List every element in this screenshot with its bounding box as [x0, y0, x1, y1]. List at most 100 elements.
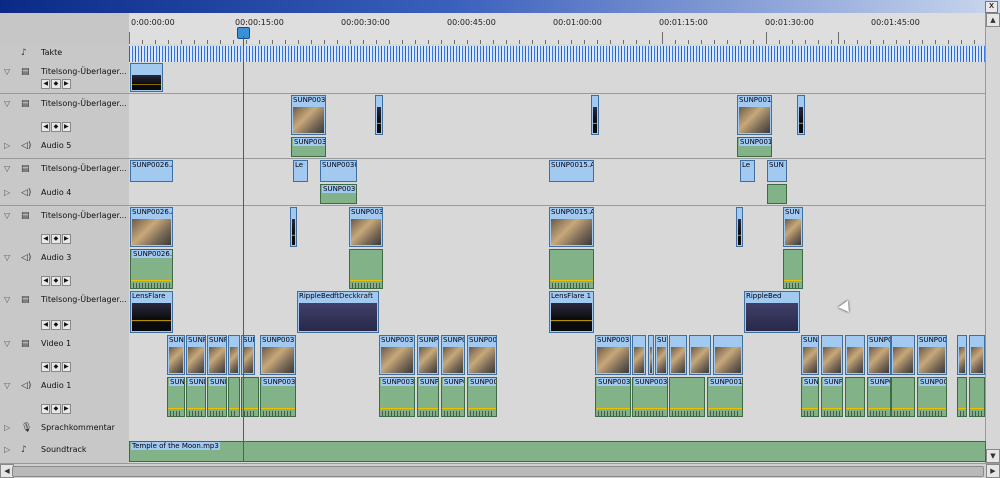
video-clip[interactable]: Le: [740, 160, 755, 182]
audio-clip[interactable]: SUNP: [207, 377, 227, 417]
video-clip[interactable]: [632, 335, 646, 375]
video-clip[interactable]: SUN: [783, 207, 803, 247]
video-clip[interactable]: SUNP003: [417, 335, 439, 375]
track-lane-title4[interactable]: [129, 62, 986, 94]
video-clip[interactable]: SUNP003: [595, 335, 631, 375]
video-clip[interactable]: SUNP0015.A: [549, 207, 594, 247]
video-clip[interactable]: SUNP0: [867, 335, 891, 375]
video-clip[interactable]: SUNP0026.A: [130, 160, 173, 182]
audio-clip[interactable]: SUNP003: [379, 377, 415, 417]
keyframe-navigator[interactable]: ◀ ◆ ▶: [41, 234, 71, 244]
video-clip[interactable]: RippleBed: [744, 291, 800, 333]
video-clip[interactable]: [797, 95, 805, 135]
video-clip[interactable]: SUNP003: [379, 335, 415, 375]
track-lane-title3[interactable]: [129, 94, 986, 137]
video-clip[interactable]: [845, 335, 865, 375]
video-clip[interactable]: [591, 95, 599, 135]
video-clip[interactable]: SUNP0026.A: [130, 207, 173, 247]
add-keyframe-button[interactable]: ◆: [51, 362, 61, 372]
expand-toggle-icon[interactable]: ▽: [4, 296, 12, 304]
vertical-scrollbar[interactable]: ▲ ▼: [985, 13, 1000, 463]
video-clip[interactable]: SUNP0030: [320, 160, 357, 182]
video-clip[interactable]: [689, 335, 711, 375]
video-clip[interactable]: SUNP: [186, 335, 206, 375]
track-header-audio1[interactable]: ▽ ◁) Audio 1 ◀ ◆ ▶: [0, 376, 130, 419]
audio-clip[interactable]: SUNP0030: [320, 184, 357, 204]
prev-keyframe-button[interactable]: ◀: [41, 122, 51, 132]
video-clip[interactable]: [290, 207, 297, 247]
video-clip[interactable]: SUNP0: [441, 335, 465, 375]
track-header-narration[interactable]: ▷ 🎙 Sprachkommentar: [0, 418, 130, 441]
track-header-title3[interactable]: ▽ ▤ Titelsong-Überlager... ◀ ◆ ▶: [0, 94, 130, 137]
keyframe-navigator[interactable]: ◀ ◆ ▶: [41, 79, 71, 89]
close-button[interactable]: x: [985, 1, 998, 13]
prev-keyframe-button[interactable]: ◀: [41, 404, 51, 414]
prev-keyframe-button[interactable]: ◀: [41, 234, 51, 244]
audio-clip[interactable]: [549, 249, 594, 289]
expand-toggle-icon[interactable]: ▽: [4, 68, 12, 76]
keyframe-navigator[interactable]: ◀ ◆ ▶: [41, 122, 71, 132]
audio-clip[interactable]: [767, 184, 787, 204]
audio-clip[interactable]: [669, 377, 705, 417]
add-keyframe-button[interactable]: ◆: [51, 79, 61, 89]
video-clip[interactable]: Le: [293, 160, 308, 182]
prev-keyframe-button[interactable]: ◀: [41, 79, 51, 89]
audio-clip[interactable]: SUNP003: [632, 377, 668, 417]
scroll-right-button[interactable]: ▶: [986, 464, 1000, 478]
video-clip[interactable]: SUN: [801, 335, 819, 375]
audio-clip[interactable]: SUN: [801, 377, 819, 417]
video-clip[interactable]: [130, 63, 163, 92]
add-keyframe-button[interactable]: ◆: [51, 404, 61, 414]
audio-clip[interactable]: SUNP003: [260, 377, 296, 417]
expand-toggle-icon[interactable]: ▽: [4, 254, 12, 262]
video-clip[interactable]: SUN: [767, 160, 787, 182]
next-keyframe-button[interactable]: ▶: [61, 404, 71, 414]
audio-clip[interactable]: SUNP003: [595, 377, 631, 417]
expand-toggle-icon[interactable]: ▽: [4, 100, 12, 108]
next-keyframe-button[interactable]: ▶: [61, 276, 71, 286]
audio-clip[interactable]: Temple of the Moon.mp3: [129, 441, 986, 462]
audio-clip[interactable]: [845, 377, 865, 417]
expand-toggle-icon[interactable]: ▷: [4, 424, 12, 432]
track-lane-audio5[interactable]: [129, 136, 986, 159]
video-clip[interactable]: [891, 335, 915, 375]
scroll-thumb[interactable]: [12, 466, 984, 477]
video-clip[interactable]: SUNP003: [291, 95, 326, 135]
keyframe-navigator[interactable]: ◀ ◆ ▶: [41, 276, 71, 286]
track-header-title4[interactable]: ▽ ▤ Titelsong-Überlager... ◀ ◆ ▶: [0, 62, 130, 94]
audio-clip[interactable]: SUN: [167, 377, 185, 417]
audio-clip[interactable]: SUNP00: [441, 377, 465, 417]
audio-clip[interactable]: SUNP: [186, 377, 206, 417]
track-header-title1[interactable]: ▽ ▤ Titelsong-Überlager... ◀ ◆ ▶: [0, 206, 130, 249]
video-clip[interactable]: SUNP000: [467, 335, 497, 375]
track-header-takte[interactable]: ♪ Takte: [0, 44, 130, 63]
track-lane-audio4[interactable]: [129, 183, 986, 206]
track-lane-takte[interactable]: [129, 44, 986, 63]
time-ruler[interactable]: 0:00:00:00 00:00:15:00 00:00:30:00 00:00…: [129, 13, 986, 44]
expand-toggle-icon[interactable]: ▽: [4, 165, 12, 173]
add-keyframe-button[interactable]: ◆: [51, 234, 61, 244]
video-clip[interactable]: SUNP003: [260, 335, 296, 375]
video-clip[interactable]: SUNP003: [655, 335, 668, 375]
keyframe-navigator[interactable]: ◀ ◆ ▶: [41, 404, 71, 414]
audio-clip[interactable]: SUNP: [821, 377, 843, 417]
video-clip[interactable]: SUNP003: [349, 207, 383, 247]
audio-clip[interactable]: [969, 377, 985, 417]
next-keyframe-button[interactable]: ▶: [61, 362, 71, 372]
video-clip[interactable]: LensFlare: [130, 291, 173, 333]
video-clip[interactable]: [969, 335, 985, 375]
video-clip[interactable]: SUNP0015.A: [549, 160, 594, 182]
expand-toggle-icon[interactable]: ▷: [4, 142, 12, 150]
video-clip[interactable]: [375, 95, 383, 135]
expand-toggle-icon[interactable]: [4, 49, 12, 57]
track-lane-narration[interactable]: [129, 418, 986, 441]
keyframe-navigator[interactable]: ◀ ◆ ▶: [41, 362, 71, 372]
scroll-up-button[interactable]: ▲: [986, 13, 1000, 27]
video-clip[interactable]: SUNP: [207, 335, 227, 375]
expand-toggle-icon[interactable]: ▽: [4, 340, 12, 348]
video-clip[interactable]: [713, 335, 743, 375]
video-clip[interactable]: [669, 335, 687, 375]
next-keyframe-button[interactable]: ▶: [61, 122, 71, 132]
video-clip[interactable]: [736, 207, 743, 247]
keyframe-navigator[interactable]: ◀ ◆ ▶: [41, 320, 71, 330]
